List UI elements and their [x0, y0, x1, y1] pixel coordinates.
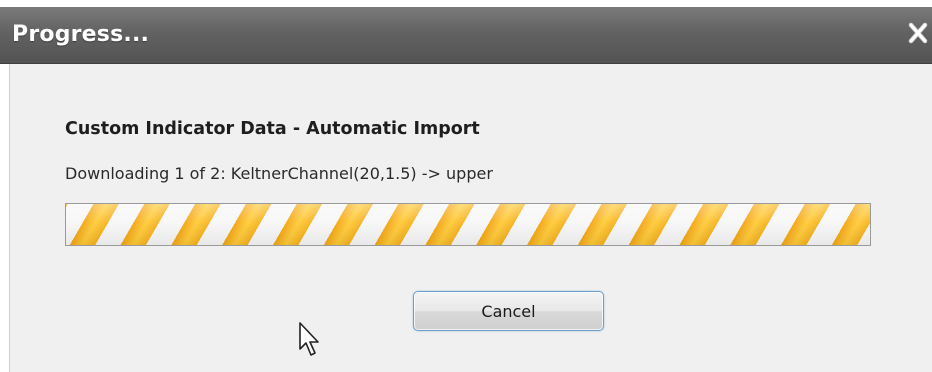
cancel-button[interactable]: Cancel — [413, 291, 604, 331]
dialog-body: Custom Indicator Data - Automatic Import… — [9, 64, 932, 372]
title-bar[interactable]: Progress... — [0, 7, 932, 64]
progress-bar-fill — [66, 204, 870, 245]
close-icon[interactable] — [904, 17, 932, 49]
status-text: Downloading 1 of 2: KeltnerChannel(20,1.… — [65, 164, 493, 183]
progress-dialog: Progress... Custom Indicator Data - Auto… — [0, 0, 932, 372]
window-title: Progress... — [12, 22, 150, 47]
mouse-pointer-icon — [299, 322, 319, 356]
dialog-heading: Custom Indicator Data - Automatic Import — [65, 119, 480, 139]
progress-bar — [65, 203, 871, 246]
window-frame — [0, 64, 9, 372]
